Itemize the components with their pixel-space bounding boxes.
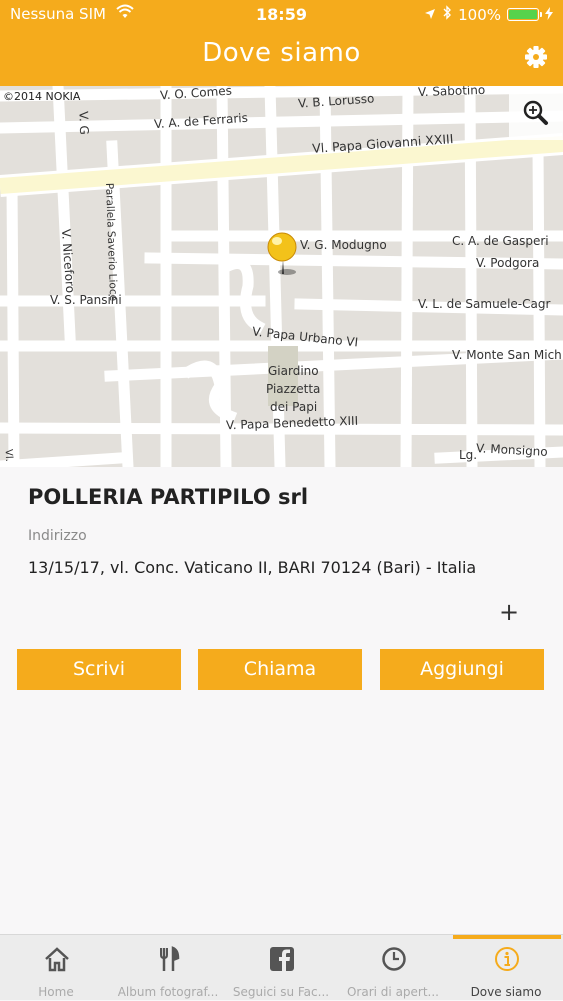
- location-pin-icon[interactable]: [266, 232, 300, 278]
- map-zoom-button[interactable]: [509, 86, 563, 140]
- tab-label: Seguici su Fac...: [232, 985, 330, 999]
- battery-icon: [507, 8, 542, 21]
- clock-icon: [382, 947, 406, 971]
- tab-album[interactable]: Album fotograf...: [112, 939, 224, 1001]
- settings-button[interactable]: [523, 44, 549, 70]
- park-label: dei Papi: [270, 400, 318, 414]
- map-copyright: ©2014 NOKIA: [3, 90, 81, 103]
- status-bar: Nessuna SIM 18:59 100%: [0, 4, 563, 26]
- write-button[interactable]: Scrivi: [17, 649, 181, 690]
- map-view[interactable]: ©2014 NOKIA V. O. Comes V. B. Lorusso V.…: [0, 86, 563, 467]
- tab-facebook[interactable]: Seguici su Fac...: [225, 939, 337, 1001]
- street-label: V. G: [76, 110, 92, 136]
- street-label: Vl.: [2, 448, 15, 463]
- address-label: Indirizzo: [28, 528, 87, 544]
- action-buttons: Scrivi Chiama Aggiungi: [0, 649, 563, 691]
- tab-label: Orari di apert...: [346, 985, 439, 999]
- battery-percent: 100%: [458, 5, 501, 24]
- location-arrow-icon: [424, 6, 436, 24]
- street-label: V. L. de Samuele-Cagr: [418, 297, 551, 311]
- tab-label: Album fotograf...: [117, 985, 219, 999]
- facebook-icon: [270, 947, 294, 971]
- street-label: V. Monte San Mich: [452, 348, 562, 362]
- info-icon: [495, 947, 519, 971]
- expand-button[interactable]: +: [498, 600, 520, 624]
- tab-label: Home: [38, 985, 74, 999]
- park-label: Giardino: [268, 364, 319, 378]
- tab-hours[interactable]: Orari di apert...: [337, 939, 449, 1001]
- park-label: Piazzetta: [266, 382, 321, 396]
- street-label: V. Podgora: [476, 256, 540, 270]
- business-name: POLLERIA PARTIPILO srl: [28, 485, 309, 509]
- bluetooth-icon: [442, 5, 452, 24]
- header-bar: Nessuna SIM 18:59 100% Dove siamo: [0, 0, 563, 86]
- tab-dove-siamo[interactable]: Dove siamo: [450, 939, 562, 1001]
- status-right: 100%: [424, 5, 553, 24]
- call-button[interactable]: Chiama: [198, 649, 362, 690]
- street-label: Lg.: [459, 448, 478, 462]
- magnifier-icon: [523, 100, 548, 125]
- street-label: V. S. Pansini: [50, 293, 122, 307]
- page-title: Dove siamo: [202, 38, 361, 68]
- street-label: V. G. Modugno: [300, 238, 387, 252]
- home-icon: [45, 947, 69, 972]
- tab-bar: Home Album fotograf... Seguici su Fac...…: [0, 934, 563, 1000]
- cutlery-icon: [160, 946, 180, 971]
- tab-home[interactable]: Home: [0, 939, 112, 1001]
- charging-icon: [545, 6, 553, 24]
- tab-label: Dove siamo: [470, 985, 542, 999]
- gear-icon: [525, 46, 547, 68]
- street-label: C. A. de Gasperi: [452, 234, 549, 248]
- address-value: 13/15/17, vl. Conc. Vaticano II, BARI 70…: [28, 558, 477, 577]
- add-contact-button[interactable]: Aggiungi: [380, 649, 544, 690]
